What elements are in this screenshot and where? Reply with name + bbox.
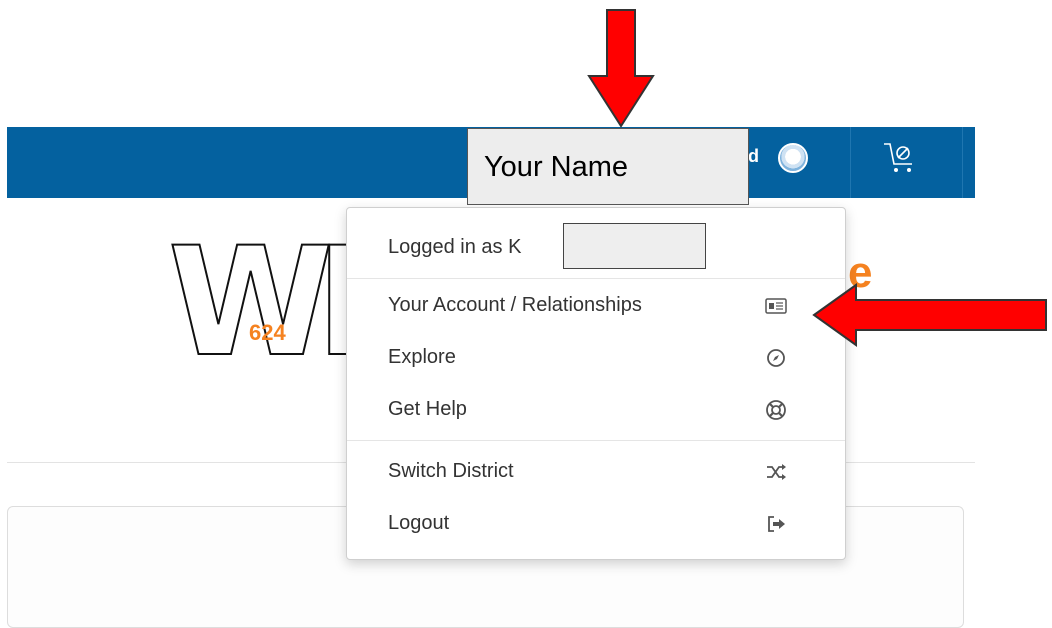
menu-item-label: Get Help bbox=[388, 398, 467, 420]
menu-divider bbox=[347, 278, 845, 279]
menu-item-account[interactable]: Your Account / Relationships bbox=[347, 282, 845, 332]
logged-in-as-label: Logged in as K bbox=[388, 236, 522, 258]
menu-item-explore[interactable]: Explore bbox=[347, 334, 845, 384]
redaction-box bbox=[563, 223, 706, 269]
menu-item-label: Explore bbox=[388, 346, 456, 368]
menu-item-logout[interactable]: Logout bbox=[347, 500, 845, 550]
compass-icon bbox=[767, 349, 785, 367]
down-arrow-annotation bbox=[587, 9, 655, 128]
left-arrow-annotation bbox=[812, 283, 1047, 347]
menu-item-label: Your Account / Relationships bbox=[388, 294, 642, 316]
nav-divider bbox=[962, 127, 963, 198]
menu-item-label: Switch District bbox=[388, 460, 514, 482]
logo-number: 624 bbox=[249, 320, 286, 345]
user-menu-label[interactable]: d bbox=[748, 146, 759, 167]
cart-icon[interactable] bbox=[880, 138, 920, 180]
your-name-text: Your Name bbox=[484, 151, 629, 183]
menu-item-get-help[interactable]: Get Help bbox=[347, 386, 845, 436]
your-name-callout: Your Name bbox=[467, 128, 749, 205]
menu-divider bbox=[347, 440, 845, 441]
menu-item-switch-district[interactable]: Switch District bbox=[347, 448, 845, 498]
id-card-icon bbox=[765, 298, 787, 314]
nav-divider bbox=[850, 127, 851, 198]
shuffle-icon bbox=[767, 464, 786, 480]
menu-item-label: Logout bbox=[388, 512, 450, 534]
life-ring-icon bbox=[766, 400, 786, 420]
sign-out-icon bbox=[768, 516, 785, 532]
user-avatar[interactable] bbox=[778, 143, 808, 173]
